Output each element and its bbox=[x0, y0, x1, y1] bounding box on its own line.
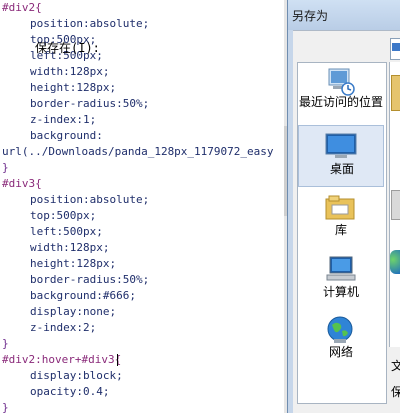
code-line: width:128px; bbox=[30, 241, 110, 254]
place-libraries-label: 库 bbox=[334, 223, 347, 237]
code-line: position:absolute; bbox=[30, 17, 150, 30]
place-recent[interactable]: 最近访问的位置 bbox=[298, 63, 384, 125]
save-type-label: 保 bbox=[391, 385, 400, 399]
file-item-partial[interactable] bbox=[391, 190, 400, 220]
file-name-label: 文 bbox=[391, 359, 400, 373]
code-line: } bbox=[2, 337, 9, 350]
code-line: top:500px; bbox=[30, 209, 97, 222]
code-line: background:#666; bbox=[30, 289, 136, 302]
code-editor[interactable]: #div2{ position:absolute; top:500px; lef… bbox=[0, 0, 290, 413]
dialog-titlebar[interactable]: 另存为 bbox=[288, 0, 400, 30]
place-desktop-label: 桌面 bbox=[329, 162, 354, 176]
network-icon bbox=[327, 316, 353, 343]
libraries-icon bbox=[325, 195, 355, 220]
save-in-label: 保存在(I): bbox=[35, 41, 100, 55]
folder-item-partial[interactable] bbox=[391, 75, 400, 111]
recent-places-icon bbox=[328, 68, 355, 96]
code-line: border-radius:50%; bbox=[30, 273, 150, 286]
code-line: display:block; bbox=[30, 369, 123, 382]
save-in-dropdown[interactable] bbox=[390, 38, 400, 60]
dialog-title: 另存为 bbox=[292, 9, 329, 23]
code-line: url(../Downloads/panda_128px_1179072_eas… bbox=[2, 145, 274, 158]
code-line: z-index:1; bbox=[30, 113, 97, 126]
code-line: #div2{ bbox=[2, 1, 42, 14]
text-cursor bbox=[116, 354, 118, 366]
code-line: width:128px; bbox=[30, 65, 110, 78]
places-bar: 最近访问的位置 桌面 库 计算机 网络 bbox=[297, 62, 387, 404]
place-recent-label: 最近访问的位置 bbox=[298, 95, 383, 109]
code-line: left:500px; bbox=[30, 225, 103, 238]
place-desktop[interactable]: 桌面 bbox=[298, 125, 384, 187]
place-computer-label: 计算机 bbox=[322, 285, 359, 299]
place-network[interactable]: 网络 bbox=[298, 311, 384, 373]
code-line: opacity:0.4; bbox=[30, 385, 110, 398]
code-line: border-radius:50%; bbox=[30, 97, 150, 110]
place-network-label: 网络 bbox=[328, 345, 353, 359]
code-line: background: bbox=[30, 129, 103, 142]
network-item-partial-icon[interactable] bbox=[390, 250, 400, 274]
folder-location-icon bbox=[392, 43, 400, 51]
code-line: display:none; bbox=[30, 305, 117, 318]
place-computer[interactable]: 计算机 bbox=[298, 249, 384, 311]
code-line: z-index:2; bbox=[30, 321, 97, 334]
code-line: } bbox=[2, 161, 9, 174]
code-line: position:absolute; bbox=[30, 193, 150, 206]
desktop-icon bbox=[325, 133, 357, 158]
place-libraries[interactable]: 库 bbox=[298, 187, 384, 249]
code-line: #div2:hover+#div3{ bbox=[2, 353, 122, 366]
code-line: } bbox=[2, 401, 9, 413]
code-line: #div3{ bbox=[2, 177, 42, 190]
code-line: height:128px; bbox=[30, 257, 117, 270]
code-line: height:128px; bbox=[30, 81, 117, 94]
computer-icon bbox=[326, 256, 356, 281]
